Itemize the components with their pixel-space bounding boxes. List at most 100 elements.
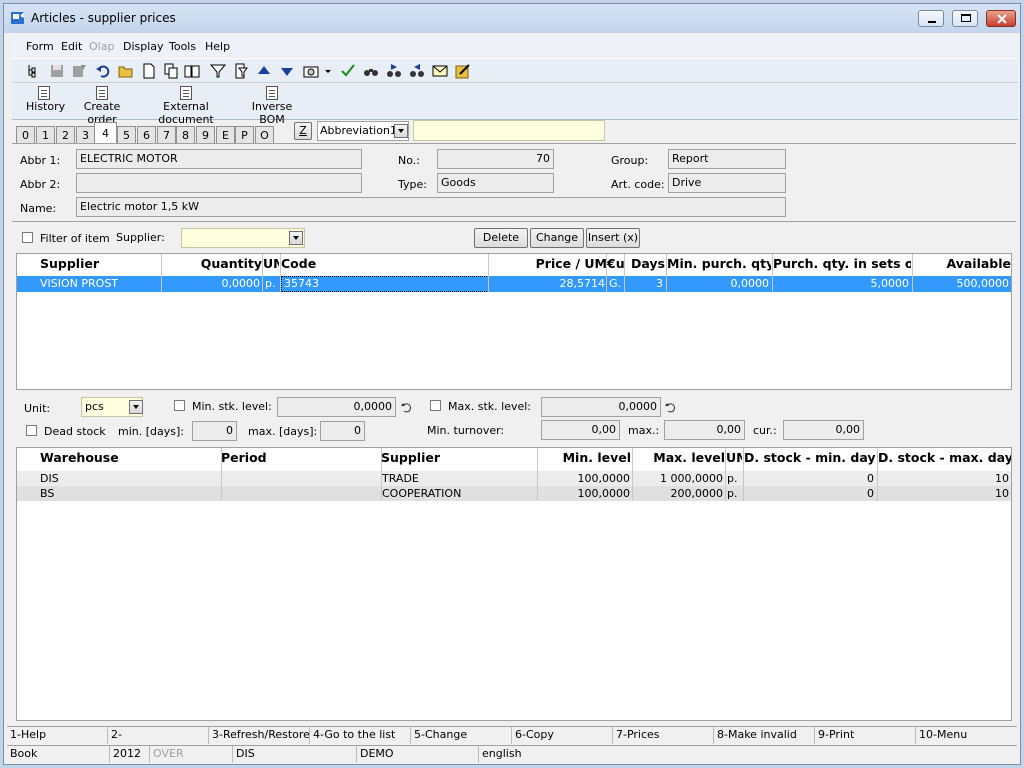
- table-row[interactable]: VISION PROST 0,0000 p. 35743 28,5714 G. …: [17, 276, 1011, 292]
- delete-button[interactable]: Delete: [474, 228, 528, 248]
- copy-icon[interactable]: [163, 63, 179, 79]
- fkey-make-invalid[interactable]: 8-Make invalid: [714, 727, 815, 744]
- binoculars-next-icon[interactable]: [386, 63, 402, 79]
- filter-document-icon[interactable]: [233, 63, 249, 79]
- tab-7[interactable]: 7: [157, 126, 176, 143]
- history-button[interactable]: History: [26, 86, 65, 113]
- supplier-filter-input[interactable]: [181, 228, 305, 248]
- menu-display[interactable]: Display: [123, 40, 164, 53]
- col-min-purch-qty[interactable]: Min. purch. qty.: [667, 256, 771, 271]
- col-warehouse[interactable]: Warehouse: [40, 450, 220, 465]
- col-dstock-max[interactable]: D. stock - max. days: [878, 450, 1011, 465]
- menu-tools[interactable]: Tools: [169, 40, 196, 53]
- tab-p[interactable]: P: [235, 126, 254, 143]
- col-dstock-min[interactable]: D. stock - min. days: [744, 450, 876, 465]
- type-field[interactable]: Goods: [437, 173, 554, 193]
- check-filter-icon[interactable]: [340, 63, 356, 79]
- no-field[interactable]: 70: [437, 149, 554, 169]
- menu-form[interactable]: Form: [26, 40, 54, 53]
- new-document-icon[interactable]: [141, 63, 157, 79]
- tab-9[interactable]: 9: [196, 126, 215, 143]
- fkey-change[interactable]: 5-Change: [411, 727, 512, 744]
- tab-3[interactable]: 3: [76, 126, 95, 143]
- fkey-menu[interactable]: 10-Menu: [916, 727, 1017, 744]
- col-um[interactable]: UM: [726, 450, 742, 465]
- camera-icon[interactable]: [303, 63, 319, 79]
- tab-e[interactable]: E: [216, 126, 235, 143]
- chevron-down-icon[interactable]: [394, 124, 408, 138]
- menu-olap[interactable]: Olap: [89, 40, 114, 53]
- tab-8[interactable]: 8: [176, 126, 195, 143]
- fkey-go-to-list[interactable]: 4-Go to the list: [310, 727, 411, 744]
- fkey-print[interactable]: 9-Print: [815, 727, 916, 744]
- max-field[interactable]: 0,00: [664, 420, 745, 440]
- tab-1[interactable]: 1: [36, 126, 55, 143]
- col-available[interactable]: Available: [913, 256, 1011, 271]
- filter-of-item-checkbox[interactable]: [22, 232, 33, 243]
- group-field[interactable]: Report: [668, 149, 786, 169]
- sort-z-button[interactable]: Z: [294, 122, 312, 140]
- min-days-field[interactable]: 0: [192, 421, 237, 441]
- recalc-icon[interactable]: [401, 402, 412, 413]
- col-days[interactable]: Days: [625, 256, 665, 271]
- name-field[interactable]: Electric motor 1,5 kW: [76, 197, 786, 217]
- min-turnover-field[interactable]: 0,00: [541, 420, 620, 440]
- tab-6[interactable]: 6: [137, 126, 156, 143]
- menu-edit[interactable]: Edit: [61, 40, 82, 53]
- abbr1-field[interactable]: ELECTRIC MOTOR: [76, 149, 362, 169]
- fkey-help[interactable]: 1-Help: [7, 727, 108, 744]
- arrow-down-icon[interactable]: [279, 63, 295, 79]
- tree-icon[interactable]: [26, 63, 42, 79]
- fkey-2[interactable]: 2-: [108, 727, 209, 744]
- col-price-um[interactable]: Price / UM: [489, 256, 607, 271]
- sort-field-select[interactable]: Abbreviation1: [317, 121, 409, 141]
- abbr2-field[interactable]: [76, 173, 362, 193]
- search-input[interactable]: [413, 120, 605, 141]
- col-currency[interactable]: €u: [607, 256, 625, 271]
- artcode-field[interactable]: Drive: [668, 173, 786, 193]
- mail-icon[interactable]: [432, 63, 448, 79]
- col-code[interactable]: Code: [281, 256, 481, 271]
- minimize-button[interactable]: [918, 10, 944, 27]
- save-as-icon[interactable]: [71, 63, 87, 79]
- col-um[interactable]: UM: [263, 256, 279, 271]
- save-icon[interactable]: [49, 63, 65, 79]
- chevron-down-icon[interactable]: [289, 231, 303, 245]
- col-max-level[interactable]: Max. level: [633, 450, 725, 465]
- external-document-button[interactable]: External document: [140, 86, 232, 126]
- menu-help[interactable]: Help: [205, 40, 230, 53]
- edit-note-icon[interactable]: [455, 63, 471, 79]
- max-stk-field[interactable]: 0,0000: [541, 397, 661, 417]
- tab-0[interactable]: 0: [16, 126, 35, 143]
- col-supplier[interactable]: Supplier: [40, 256, 160, 271]
- undo-icon[interactable]: [95, 63, 111, 79]
- col-period[interactable]: Period: [221, 450, 371, 465]
- min-stk-checkbox[interactable]: [174, 400, 185, 411]
- tab-4[interactable]: 4: [94, 122, 117, 144]
- fkey-refresh[interactable]: 3-Refresh/Restore: [209, 727, 310, 744]
- recalc-icon[interactable]: [665, 402, 676, 413]
- inverse-bom-button[interactable]: Inverse BOM: [239, 86, 305, 126]
- min-stk-field[interactable]: 0,0000: [277, 397, 396, 417]
- table-row[interactable]: DIS TRADE 100,0000 1 000,0000 p. 0 10: [17, 471, 1011, 486]
- maximize-button[interactable]: [952, 10, 978, 27]
- close-button[interactable]: [986, 10, 1016, 27]
- tab-5[interactable]: 5: [117, 126, 136, 143]
- table-row[interactable]: BS COOPERATION 100,0000 200,0000 p. 0 10: [17, 486, 1011, 501]
- dead-stock-checkbox[interactable]: [26, 425, 37, 436]
- book-icon[interactable]: [184, 63, 200, 79]
- max-stk-checkbox[interactable]: [430, 400, 441, 411]
- open-folder-icon[interactable]: [118, 63, 134, 79]
- fkey-prices[interactable]: 7-Prices: [613, 727, 714, 744]
- chevron-down-icon[interactable]: [129, 400, 143, 414]
- chevron-down-icon[interactable]: [320, 63, 336, 79]
- col-supplier[interactable]: Supplier: [381, 450, 531, 465]
- max-days-field[interactable]: 0: [320, 421, 365, 441]
- arrow-up-icon[interactable]: [256, 63, 272, 79]
- cur-field[interactable]: 0,00: [783, 420, 864, 440]
- insert-button[interactable]: Insert (x): [586, 228, 640, 248]
- binoculars-prev-icon[interactable]: [409, 63, 425, 79]
- create-order-button[interactable]: Create order: [71, 86, 133, 126]
- binoculars-icon[interactable]: [363, 63, 379, 79]
- col-quantity[interactable]: Quantity: [162, 256, 262, 271]
